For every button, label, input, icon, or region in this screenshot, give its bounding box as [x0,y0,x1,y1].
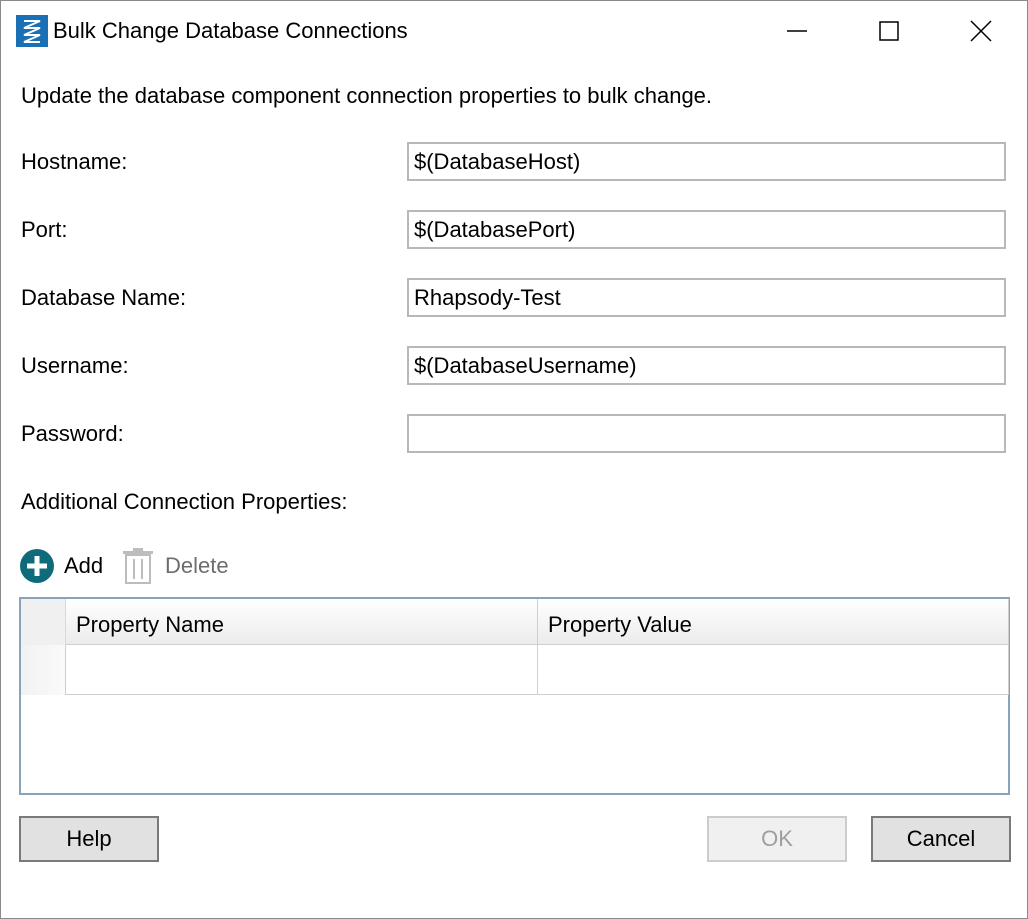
row-header[interactable] [21,645,66,695]
hostname-field[interactable] [407,142,1006,181]
close-button[interactable] [935,1,1027,61]
username-field[interactable] [407,346,1006,385]
app-logo-icon [16,15,48,47]
cell-property-value[interactable] [538,645,1009,695]
cancel-button[interactable]: Cancel [871,816,1011,862]
column-header-property-name[interactable]: Property Name [66,599,538,645]
hostname-label: Hostname: [21,149,128,174]
additional-properties-label: Additional Connection Properties: [21,489,348,514]
properties-grid[interactable]: Property Name Property Value [19,597,1010,795]
password-field[interactable] [407,414,1006,453]
dialog-description: Update the database component connection… [21,83,713,108]
title-bar[interactable]: Bulk Change Database Connections [1,1,1027,61]
help-button[interactable]: Help [19,816,159,862]
username-label: Username: [21,353,129,378]
cell-property-name[interactable] [66,645,538,695]
maximize-icon [879,21,899,41]
add-property-button[interactable]: Add [19,548,103,584]
port-label: Port: [21,217,68,242]
delete-label: Delete [165,553,229,578]
grid-corner [21,599,66,645]
delete-property-button[interactable]: Delete [123,548,229,584]
database-name-field[interactable] [407,278,1006,317]
minimize-button[interactable] [751,1,843,61]
window-title: Bulk Change Database Connections [53,18,408,43]
port-field[interactable] [407,210,1006,249]
column-header-property-value[interactable]: Property Value [538,599,1009,645]
minimize-icon [787,30,807,32]
ok-button[interactable]: OK [707,816,847,862]
password-label: Password: [21,421,124,446]
add-label: Add [64,553,104,578]
maximize-button[interactable] [843,1,935,61]
dialog-window: Bulk Change Database Connections Update … [0,0,1028,919]
close-icon [970,20,992,42]
add-circle-icon [20,549,54,583]
trash-icon [123,548,153,584]
database-name-label: Database Name: [21,285,187,310]
